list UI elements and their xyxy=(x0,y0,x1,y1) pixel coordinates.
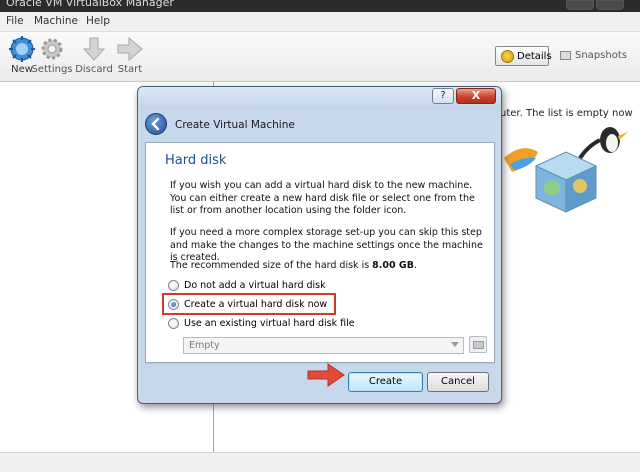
window-title: Oracle VM VirtualBox Manager xyxy=(6,0,174,9)
storage-paragraph: If you need a more complex storage set-u… xyxy=(170,227,483,263)
maximize-button[interactable] xyxy=(596,0,624,10)
status-bar xyxy=(0,452,640,472)
create-vm-dialog: ? X Create Virtual Machine Hard disk If … xyxy=(137,86,502,404)
page-title: Hard disk xyxy=(165,153,227,168)
details-button[interactable]: Details xyxy=(495,46,552,66)
chevron-down-icon xyxy=(451,342,459,347)
window-titlebar: Oracle VM VirtualBox Manager xyxy=(0,0,640,12)
choose-disk-file-button[interactable] xyxy=(469,336,487,353)
recommended-size-value: 8.00 GB xyxy=(372,260,414,271)
virtualbox-welcome-art xyxy=(504,127,628,213)
radio-button[interactable] xyxy=(168,280,179,291)
radio-button[interactable] xyxy=(168,318,179,329)
back-arrow-icon xyxy=(151,117,160,131)
back-button[interactable] xyxy=(145,113,167,135)
help-button[interactable]: ? xyxy=(432,88,454,104)
menu-machine[interactable]: Machine xyxy=(34,15,78,27)
details-icon xyxy=(501,50,514,63)
arrow-down-icon xyxy=(82,37,106,61)
arrow-right-icon xyxy=(117,36,143,62)
annotation-arrow-icon xyxy=(307,363,345,387)
settings-button[interactable]: Settings xyxy=(30,34,74,80)
existing-disk-select[interactable]: Empty xyxy=(183,337,464,354)
create-button[interactable]: Create xyxy=(348,372,423,392)
minimize-button[interactable] xyxy=(566,0,594,10)
radio-button-selected[interactable] xyxy=(168,299,179,310)
main-toolbar: New Settings Discard Start Details Snaps… xyxy=(0,32,640,82)
start-label: Start xyxy=(117,64,143,75)
settings-label: Settings xyxy=(31,64,73,75)
menu-file[interactable]: File xyxy=(6,15,24,27)
start-button[interactable]: Start xyxy=(108,34,152,80)
menu-bar: File Machine Help xyxy=(0,12,640,32)
radio-create-disk-label: Create a virtual hard disk now xyxy=(184,299,328,310)
dialog-title: Create Virtual Machine xyxy=(175,119,295,131)
folder-icon xyxy=(473,341,484,349)
radio-no-disk-label: Do not add a virtual hard disk xyxy=(184,280,326,291)
gear-icon xyxy=(41,38,63,60)
recommended-size-text: The recommended size of the hard disk is… xyxy=(170,260,417,271)
menu-help[interactable]: Help xyxy=(86,15,110,27)
wizard-page: Hard disk If you wish you can add a virt… xyxy=(145,142,495,363)
snapshots-label: Snapshots xyxy=(575,50,627,61)
camera-icon xyxy=(560,51,571,60)
snapshots-button[interactable]: Snapshots xyxy=(558,46,628,66)
intro-paragraph: If you wish you can add a virtual hard d… xyxy=(170,180,475,216)
cancel-button[interactable]: Cancel xyxy=(427,372,489,392)
close-button[interactable]: X xyxy=(456,88,496,104)
details-label: Details xyxy=(517,51,552,62)
radio-existing-disk-label: Use an existing virtual hard disk file xyxy=(184,318,355,329)
existing-disk-value: Empty xyxy=(189,340,220,351)
